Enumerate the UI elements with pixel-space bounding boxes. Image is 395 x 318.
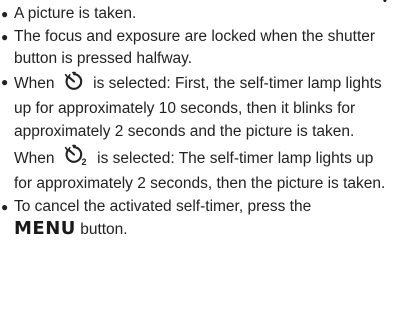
self-timer-2s-paragraph: When 2 is selected: The self-timer lamp … [14,144,390,196]
manual-page: y ● A picture is taken. ● The focus and … [0,0,395,318]
bullet-text: A picture is taken. [14,5,137,22]
bullet-dot: ● [1,199,9,214]
self-timer-10s-paragraph: When is selected: First, the self-timer … [14,71,390,144]
paragraph-prefix: When [14,74,55,92]
paragraph-prefix: When [14,149,55,167]
clipped-heading-fragment: y [381,0,389,2]
list-item: ● A picture is taken. [0,3,390,26]
self-timer-10s-icon [63,71,85,99]
list-item: ● The focus and exposure are locked when… [0,26,390,71]
list-item: ● To cancel the activated self-timer, pr… [0,196,390,242]
self-timer-2s-icon: 2 [63,144,89,174]
list-item: ● When is selected: First, the self-time… [0,71,390,196]
bullet-dot: ● [1,7,9,21]
clipped-heading-line: y [0,0,395,2]
instruction-list: ● A picture is taken. ● The focus and ex… [0,3,390,242]
bullet-text-prefix: To cancel the activated self-timer, pres… [14,197,312,215]
bullet-text-suffix: button. [80,221,128,239]
self-timer-2s-subscript: 2 [81,157,86,166]
bullet-dot: ● [1,74,9,89]
bullet-dot: ● [1,29,9,44]
bullet-text: The focus and exposure are locked when t… [14,27,376,68]
menu-button-label: MENU [14,218,76,240]
